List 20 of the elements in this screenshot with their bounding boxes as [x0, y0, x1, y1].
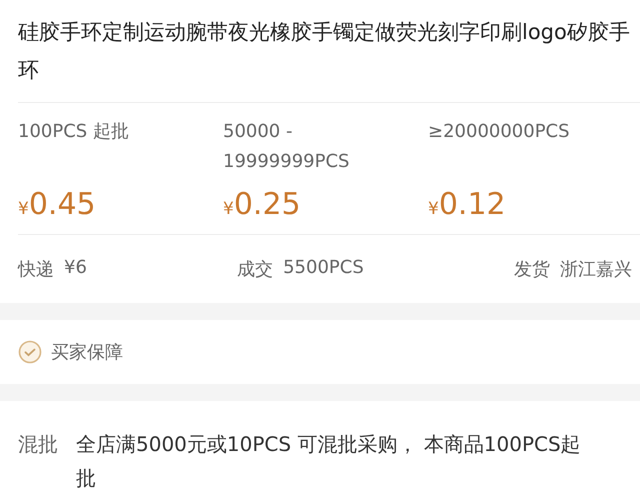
info-label: 快递	[18, 258, 54, 281]
info-label: 成交	[237, 258, 274, 281]
guarantee-label: 买家保障	[51, 341, 123, 364]
currency-symbol: ¥	[18, 199, 29, 219]
mixed-batch-label: 混批	[18, 431, 58, 458]
currency-symbol: ¥	[428, 199, 439, 219]
product-title: 硅胶手环定制运动腕带夜光橡胶手镯定做荧光刻字印刷logo矽胶手环	[18, 0, 640, 103]
info-label: 发货	[514, 258, 550, 281]
tier-quantity: ≥20000000PCS	[428, 120, 571, 144]
tier-price: 0.45	[28, 187, 96, 222]
mixed-batch-text: 全店满5000元或10PCS 可混批采购， 本商品100PCS起批	[76, 431, 582, 492]
tier-price: 0.25	[234, 187, 301, 222]
check-circle-icon	[18, 340, 42, 364]
tier-price: 0.12	[438, 187, 506, 222]
tier-quantity: 50000 - 19999999PCS	[223, 120, 350, 174]
currency-symbol: ¥	[223, 199, 234, 219]
info-value: 5500PCS	[283, 257, 364, 280]
info-value: 浙江嘉兴	[560, 258, 632, 281]
info-value: ¥6	[64, 257, 87, 280]
tier-quantity: 100PCS 起批	[18, 120, 130, 144]
